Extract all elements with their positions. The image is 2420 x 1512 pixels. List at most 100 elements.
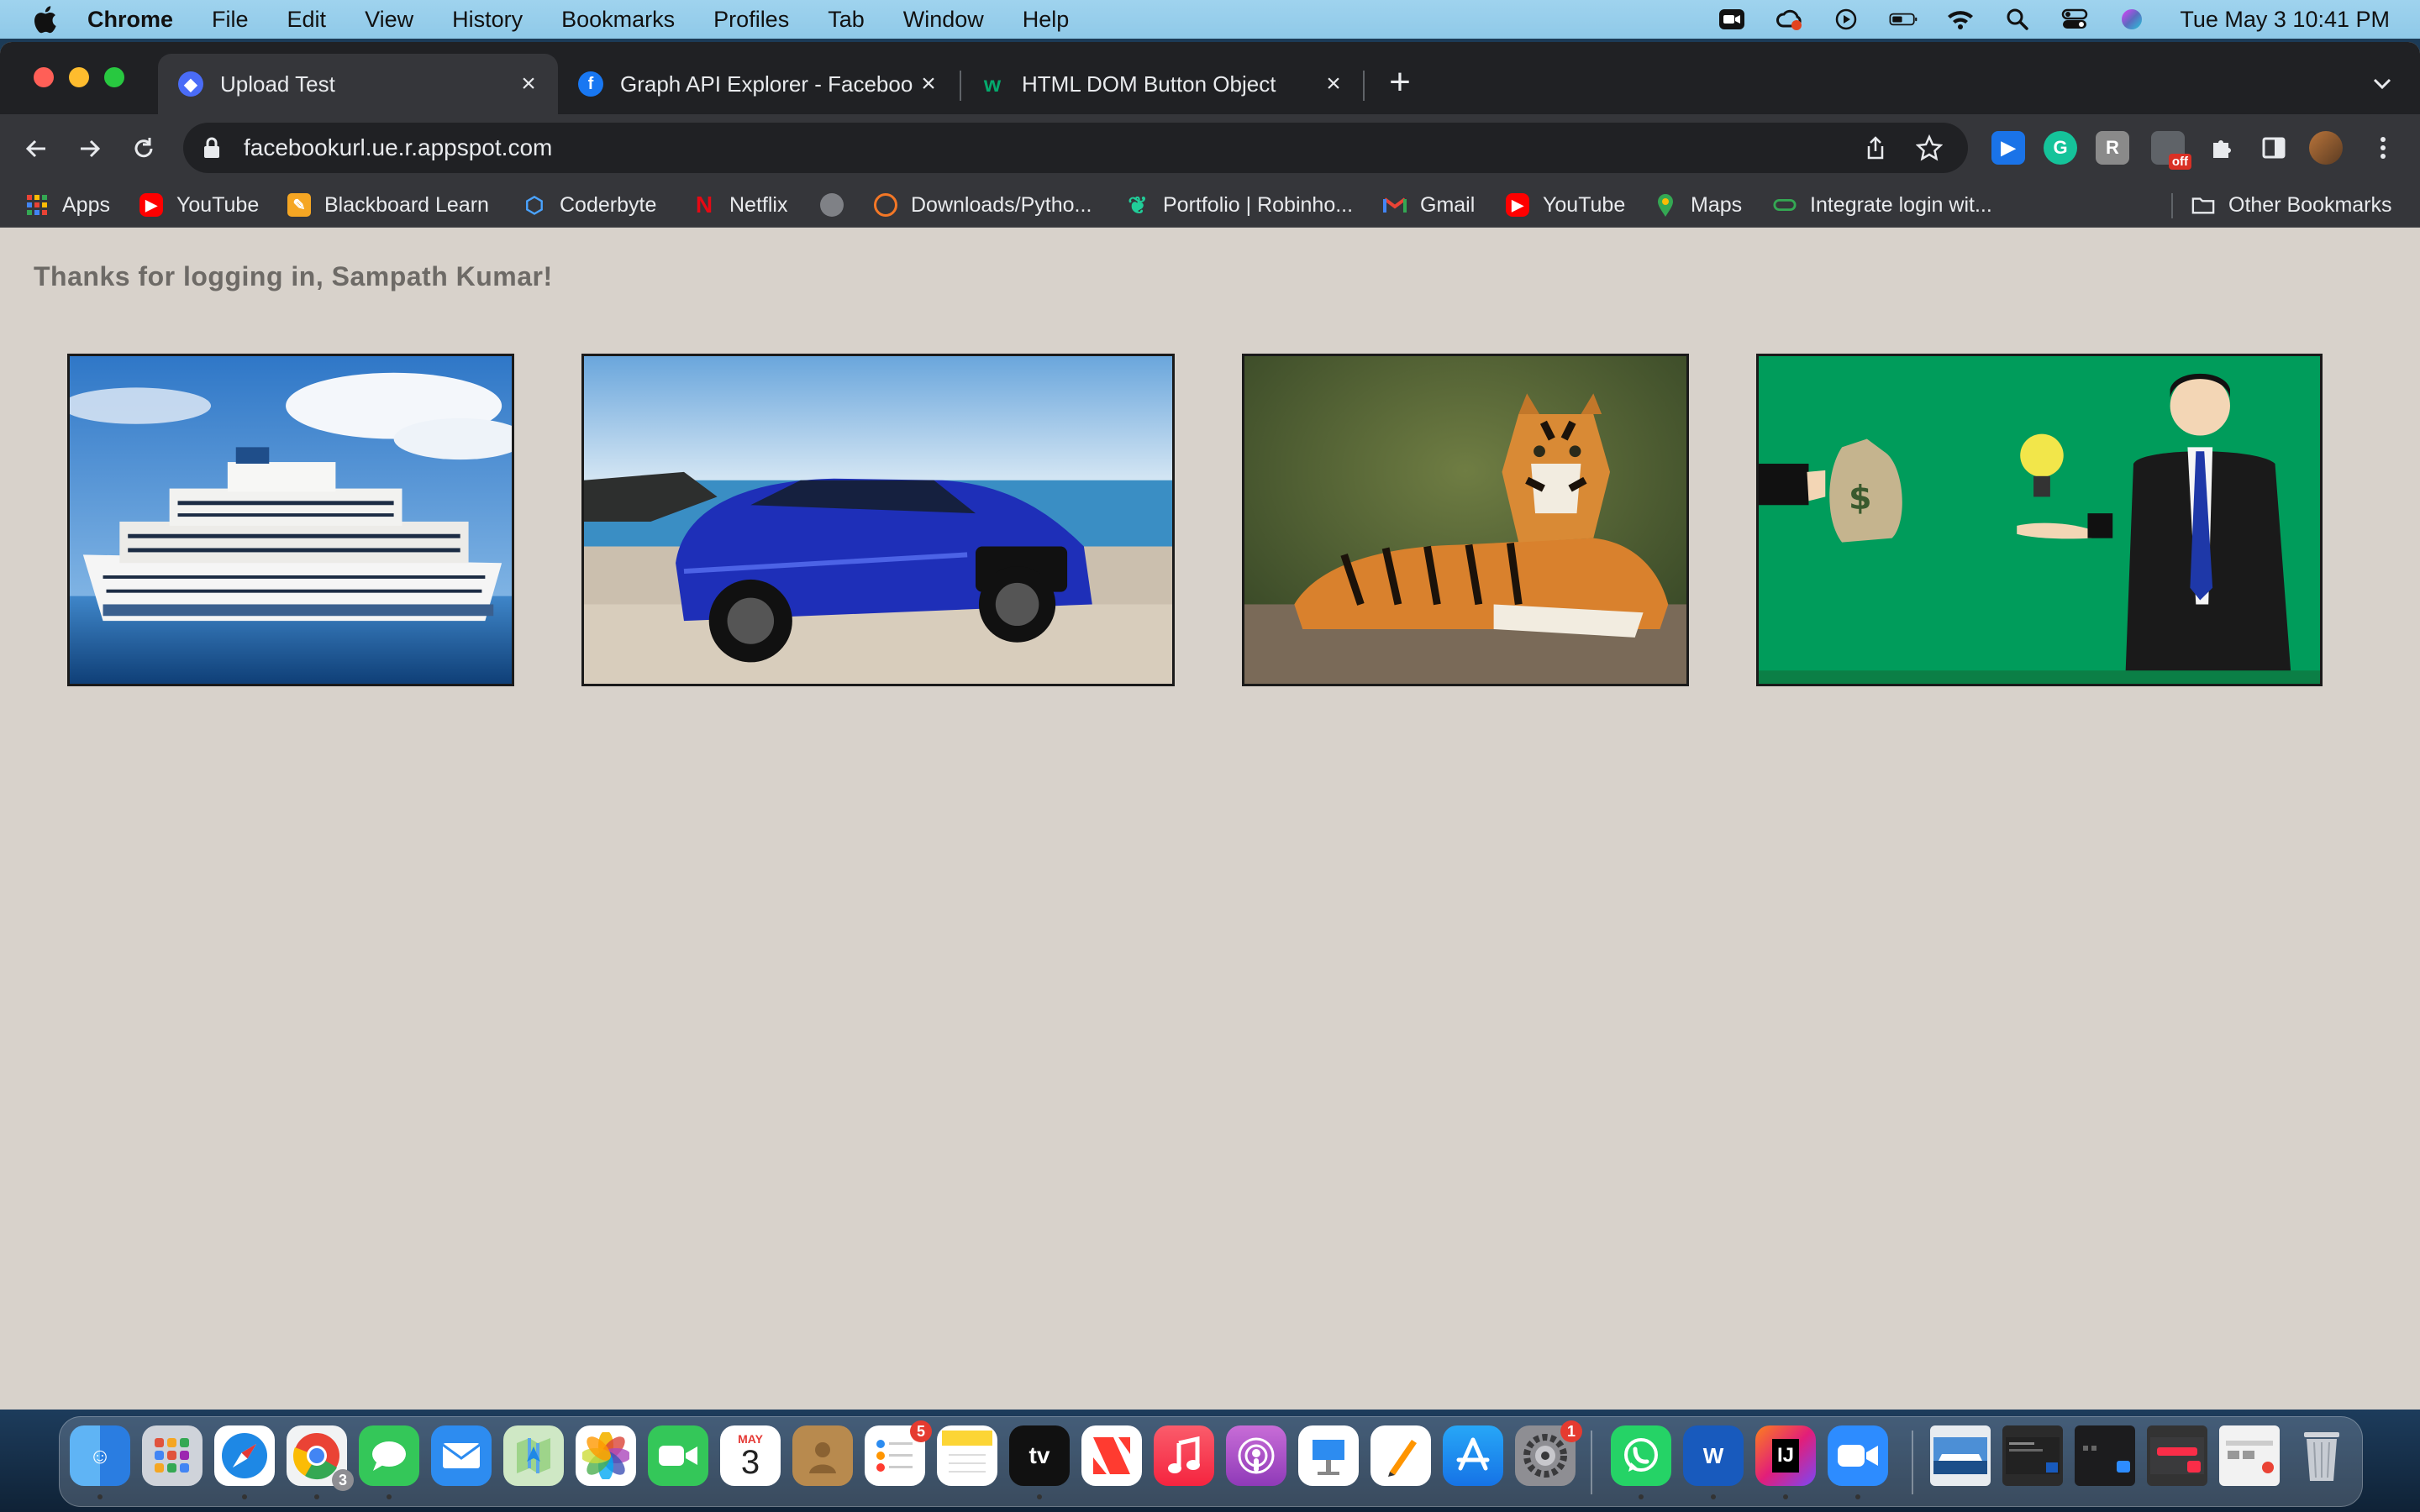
address-bar-url[interactable]: facebookurl.ue.r.appspot.com [244,134,1860,161]
spotlight-search-icon[interactable] [2003,8,2032,31]
dock-news-icon[interactable] [1081,1425,1142,1486]
bookmark-star-icon[interactable] [1914,133,1944,163]
bookmark-maps[interactable]: Maps [1654,190,1742,220]
dock-recent-cruise-thumbnail[interactable] [1930,1425,1991,1486]
dock-podcasts-icon[interactable] [1226,1425,1286,1486]
bookmark-apps[interactable]: Apps [25,190,110,220]
image-business-idea-illustration: $ [1756,354,2323,686]
tab-close-icon[interactable]: × [1319,70,1348,98]
bookmark-globe[interactable] [820,190,857,220]
menu-tab[interactable]: Tab [828,7,865,33]
bookmark-portfolio-robinhood[interactable]: ❦ Portfolio | Robinho... [1126,190,1353,220]
menu-bar-clock[interactable]: Tue May 3 10:41 PM [2180,7,2390,33]
tab-title: Graph API Explorer - Facebook [620,71,914,97]
tab-separator [1363,71,1365,101]
dock-chrome-icon[interactable]: 3 [287,1425,354,1491]
dock-contacts-icon[interactable] [792,1425,853,1486]
dock-recent-chrome-thumbnail[interactable] [2219,1425,2280,1486]
side-panel-icon[interactable] [2257,131,2291,165]
dock-photos-icon[interactable] [576,1425,636,1486]
siri-icon[interactable] [2118,8,2146,31]
bookmark-label: Blackboard Learn [324,192,489,217]
profile-avatar[interactable] [2309,131,2343,165]
menu-app-chrome[interactable]: Chrome [87,7,173,33]
tab-close-icon[interactable]: × [514,70,543,98]
bookmark-coderbyte[interactable]: ⬡ Coderbyte [523,190,657,220]
bookmark-youtube-2[interactable]: ▶ YouTube [1506,190,1625,220]
menu-history[interactable]: History [452,7,523,33]
menu-help[interactable]: Help [1023,7,1070,33]
window-minimize-button[interactable] [69,67,89,87]
dock-apple-tv-icon[interactable]: tv [1009,1425,1070,1486]
bookmark-integrate-login[interactable]: Integrate login wit... [1773,190,1992,220]
dock-notes-icon[interactable] [937,1425,997,1486]
dock-music-icon[interactable] [1154,1425,1214,1486]
apple-icon[interactable] [32,5,57,34]
dock-finder-icon[interactable]: ☺ [70,1425,130,1486]
chrome-window: ◆ Upload Test × f Graph API Explorer - F… [0,42,2420,1410]
tab-upload-test[interactable]: ◆ Upload Test × [158,54,558,114]
tab-close-icon[interactable]: × [914,70,943,98]
extensions-puzzle-icon[interactable] [2205,131,2238,165]
battery-icon[interactable] [1889,8,1918,31]
dock-system-preferences-icon[interactable]: 1 [1515,1420,1582,1486]
dock-messages-icon[interactable] [359,1425,419,1486]
menu-profiles[interactable]: Profiles [713,7,789,33]
new-tab-button[interactable]: + [1381,64,1418,102]
tab-html-dom-button[interactable]: w HTML DOM Button Object × [960,54,1363,114]
dock-whatsapp-icon[interactable] [1611,1425,1671,1486]
dock-reminders-icon[interactable]: 5 [865,1420,932,1486]
bookmark-label: YouTube [1543,192,1626,217]
dock-calendar-icon[interactable]: MAY 3 [720,1425,781,1486]
dock-recent-zoom-thumbnail[interactable] [2075,1425,2135,1486]
tab-search-chevron-icon[interactable] [2370,71,2395,96]
menu-edit[interactable]: Edit [287,7,327,33]
forward-button[interactable] [72,131,108,166]
bookmark-youtube[interactable]: ▶ YouTube [139,190,259,220]
address-bar[interactable]: facebookurl.ue.r.appspot.com [183,123,1968,173]
share-icon[interactable] [1860,133,1891,163]
menu-file[interactable]: File [212,7,249,33]
bookmark-label: Coderbyte [560,192,657,217]
dock-keynote-icon[interactable] [1298,1425,1359,1486]
dock-mail-icon[interactable] [431,1425,492,1486]
control-center-icon[interactable] [2060,8,2089,31]
back-button[interactable] [18,131,54,166]
extension-screencastify-icon[interactable]: ▶ [1991,131,2025,165]
dock-intellij-icon[interactable]: IJ [1755,1425,1816,1486]
extension-off-icon[interactable]: off [2151,131,2191,170]
wifi-icon[interactable] [1946,8,1975,31]
dock-trash-icon[interactable] [2291,1425,2352,1486]
zoom-meeting-icon[interactable] [1718,8,1746,31]
creative-cloud-icon[interactable] [1775,8,1803,31]
dock-zoom-icon[interactable] [1828,1425,1888,1486]
extension-generic-icon[interactable]: R [2096,131,2129,165]
bookmark-gmail[interactable]: Gmail [1383,190,1475,220]
dock-app-store-icon[interactable] [1443,1425,1503,1486]
dock-safari-icon[interactable] [214,1425,275,1486]
dock-recent-window-thumbnail[interactable] [2002,1425,2063,1486]
dock-maps-icon[interactable] [503,1425,564,1486]
running-indicator [1639,1494,1644,1499]
dock-facetime-icon[interactable] [648,1425,708,1486]
bookmark-blackboard[interactable]: ✎ Blackboard Learn [287,190,489,220]
window-zoom-button[interactable] [104,67,124,87]
menu-window[interactable]: Window [903,7,984,33]
dock-launchpad-icon[interactable] [142,1425,203,1486]
reload-button[interactable] [126,131,161,166]
extension-grammarly-icon[interactable]: G [2044,131,2077,165]
menu-view[interactable]: View [365,7,413,33]
dock-word-icon[interactable]: W [1683,1425,1744,1486]
chrome-menu-kebab-icon[interactable] [2366,131,2400,165]
menu-bookmarks[interactable]: Bookmarks [561,7,675,33]
macos-dock: ☺ 3 MAY 3 5 tv 1 W IJ [59,1416,2363,1507]
dock-pages-icon[interactable] [1370,1425,1431,1486]
bookmark-netflix[interactable]: N Netflix [692,190,788,220]
tab-graph-api-explorer[interactable]: f Graph API Explorer - Facebook × [558,54,958,114]
other-bookmarks-folder[interactable]: Other Bookmarks [2191,190,2392,220]
bookmark-downloads-python[interactable]: Downloads/Pytho... [874,190,1092,220]
dock-recent-music-thumbnail[interactable] [2147,1425,2207,1486]
lock-icon[interactable] [202,136,222,160]
window-close-button[interactable] [34,67,54,87]
play-circle-icon[interactable] [1832,8,1860,31]
